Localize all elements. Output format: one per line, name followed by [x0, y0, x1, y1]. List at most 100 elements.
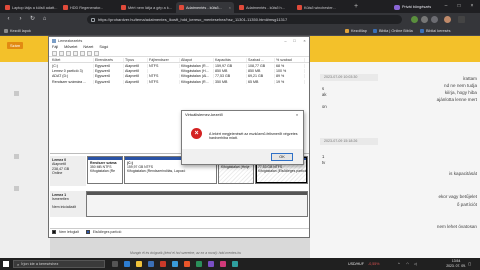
cell-layout: Egyszerű	[94, 74, 124, 79]
browser-tab-bar: Laptop látja a külső adatt... HDD Regene…	[0, 0, 480, 13]
maximize-window-button[interactable]: □	[453, 0, 465, 13]
forward-icon[interactable]: ›	[16, 15, 25, 24]
menu-action[interactable]: Művelet	[64, 44, 77, 50]
column-header[interactable]: Típus	[124, 58, 148, 62]
notifications-icon[interactable]: ▢	[468, 258, 471, 270]
volume-icon[interactable]: ◁	[414, 258, 417, 270]
cell-type: Alapvető	[124, 74, 148, 79]
cell-free: 850 MB	[247, 69, 275, 74]
dialog-close-icon[interactable]: ×	[293, 111, 301, 119]
new-tab-button[interactable]: +	[351, 2, 361, 12]
browser-tab-active[interactable]: Adatmentés - külső... ×	[176, 2, 234, 13]
bookmark-item[interactable]: Bibliai keresés	[420, 27, 450, 35]
browser-tab[interactable]: Laptop látja a külső adatt...	[2, 2, 58, 13]
column-header[interactable]: Fájlrendszer	[148, 58, 180, 62]
network-icon[interactable]: ◠	[406, 258, 409, 270]
minimize-button[interactable]: –	[281, 37, 290, 44]
close-button[interactable]: ×	[300, 37, 309, 44]
opera-icon[interactable]	[160, 261, 166, 267]
dialog-body: × A lekért megjelenését az eszközmű-feli…	[182, 119, 303, 151]
disk-1-unallocated[interactable]	[86, 191, 308, 217]
bookmark-item[interactable]: Kezdő lapok	[4, 27, 31, 35]
task-view-icon[interactable]	[112, 261, 118, 267]
browser-tab[interactable]: HDD Regenerator...	[60, 2, 116, 13]
dialog-title-bar: Virtuálislemez-kezelő ×	[182, 111, 303, 119]
cell-volume: ADAT (D:)	[50, 74, 94, 79]
cell-layout: Egyszerű	[94, 63, 124, 68]
cell-status: Kifogástalan (H...	[180, 69, 214, 74]
column-header[interactable]: % szabad	[275, 58, 305, 62]
app-icon[interactable]	[232, 261, 238, 267]
table-row[interactable]: (C:) Egyszerű Alapvető NTFS Kifogástalan…	[50, 63, 309, 68]
partition-bar	[87, 192, 307, 195]
browser-tab[interactable]: Külső winchester...	[294, 2, 350, 13]
menu-dots-icon[interactable]	[458, 16, 465, 23]
file-explorer-icon[interactable]	[136, 261, 142, 267]
back-icon[interactable]: ‹	[4, 15, 13, 24]
column-header[interactable]: Kötet	[50, 58, 94, 62]
close-tab-icon[interactable]: ×	[229, 5, 231, 10]
private-mask-icon	[394, 4, 400, 10]
refresh-icon[interactable]	[87, 50, 92, 56]
maximize-button[interactable]: □	[290, 37, 299, 44]
column-header[interactable]: Elrendezés	[94, 58, 124, 62]
url-input[interactable]	[98, 17, 402, 22]
table-row[interactable]: Lemez 0 partíció 3) Egyszerű Alapvető Ki…	[50, 68, 309, 74]
collections-icon[interactable]	[431, 16, 438, 23]
app-icon[interactable]	[220, 261, 226, 267]
partition-bar	[88, 157, 122, 160]
disk-1-label[interactable]: Lemez 1 Ismeretlen Nem inicializált	[50, 191, 86, 217]
browser-tab[interactable]: Adatmentés - külső h...	[236, 2, 292, 13]
edge-browser-icon[interactable]	[124, 261, 130, 267]
browser-tab[interactable]: Mért nem látja a gép a k...	[118, 2, 174, 13]
home-icon[interactable]: ⌂	[40, 15, 49, 24]
column-header[interactable]: Kapacitás	[214, 58, 247, 62]
address-bar[interactable]	[87, 15, 402, 24]
bookmark-item[interactable]: Biblia | Online Biblia	[373, 27, 413, 35]
downloads-icon[interactable]	[421, 16, 428, 23]
minimize-window-button[interactable]: –	[440, 0, 452, 13]
cell-status: Kifogástalan (R...	[180, 79, 214, 84]
forward-arrow-icon[interactable]	[59, 50, 64, 56]
back-arrow-icon[interactable]	[52, 50, 57, 56]
extension-icon[interactable]	[411, 16, 418, 23]
disk-0-label[interactable]: Lemez 0 Alapvető 238,47 GB Online	[50, 156, 86, 186]
bookmark-item[interactable]: Kezdőlap	[345, 27, 367, 35]
site-badge[interactable]: Szám	[7, 42, 24, 49]
ok-button[interactable]: OK	[271, 153, 293, 161]
cell-capacity: 350 MB	[214, 79, 247, 84]
app-icon[interactable]	[196, 261, 202, 267]
page-left-column	[0, 62, 50, 258]
cell-free: 108,77 GB	[247, 63, 275, 68]
menu-file[interactable]: Fájl	[52, 44, 58, 50]
post-text-line: kiírja, hogy hiba	[444, 90, 477, 95]
table-row[interactable]: ADAT (D:) Egyszerű Alapvető NTFS Kifogás…	[50, 74, 309, 79]
settings-icon[interactable]	[94, 50, 99, 56]
mail-icon[interactable]	[172, 261, 178, 267]
bookmark-favicon-icon	[345, 29, 349, 33]
table-row[interactable]: Rendszer számára ... Egyszerű Alapvető N…	[50, 79, 309, 84]
properties-icon[interactable]	[80, 50, 85, 56]
system-clock[interactable]: 13:54 2023. 07. 09.	[446, 259, 466, 269]
start-menu-icon[interactable]	[3, 261, 9, 267]
help-icon[interactable]	[73, 50, 78, 56]
windows-taskbar: ⌕ Írjon ide a kereséshez USD/HUF -0,55% …	[0, 258, 480, 270]
disk-management-app-icon	[52, 38, 56, 43]
store-icon[interactable]	[148, 261, 154, 267]
column-header[interactable]: Állapot	[180, 58, 214, 62]
profile-avatar[interactable]	[444, 16, 451, 23]
column-header[interactable]: Szabad ...	[247, 58, 275, 62]
menu-help[interactable]: Súgó	[99, 44, 108, 50]
firefox-icon[interactable]	[184, 261, 190, 267]
post-fragment: s	[322, 86, 325, 91]
grid-view-icon[interactable]	[66, 50, 71, 56]
app-icon[interactable]	[208, 261, 214, 267]
tray-chevron-icon[interactable]: ^	[398, 258, 400, 270]
taskbar-search[interactable]: ⌕ Írjon ide a kereséshez	[13, 260, 105, 268]
close-window-button[interactable]: ×	[466, 0, 478, 13]
partition-system-reserved[interactable]: Rendszer száma 350 MB NTFS Kifogástalan …	[87, 156, 123, 184]
cell-percent-free: 89 %	[275, 74, 305, 79]
currency-ticker[interactable]: USD/HUF	[348, 258, 364, 270]
reload-icon[interactable]: ↻	[28, 15, 37, 24]
menu-view[interactable]: Nézet	[83, 44, 93, 50]
